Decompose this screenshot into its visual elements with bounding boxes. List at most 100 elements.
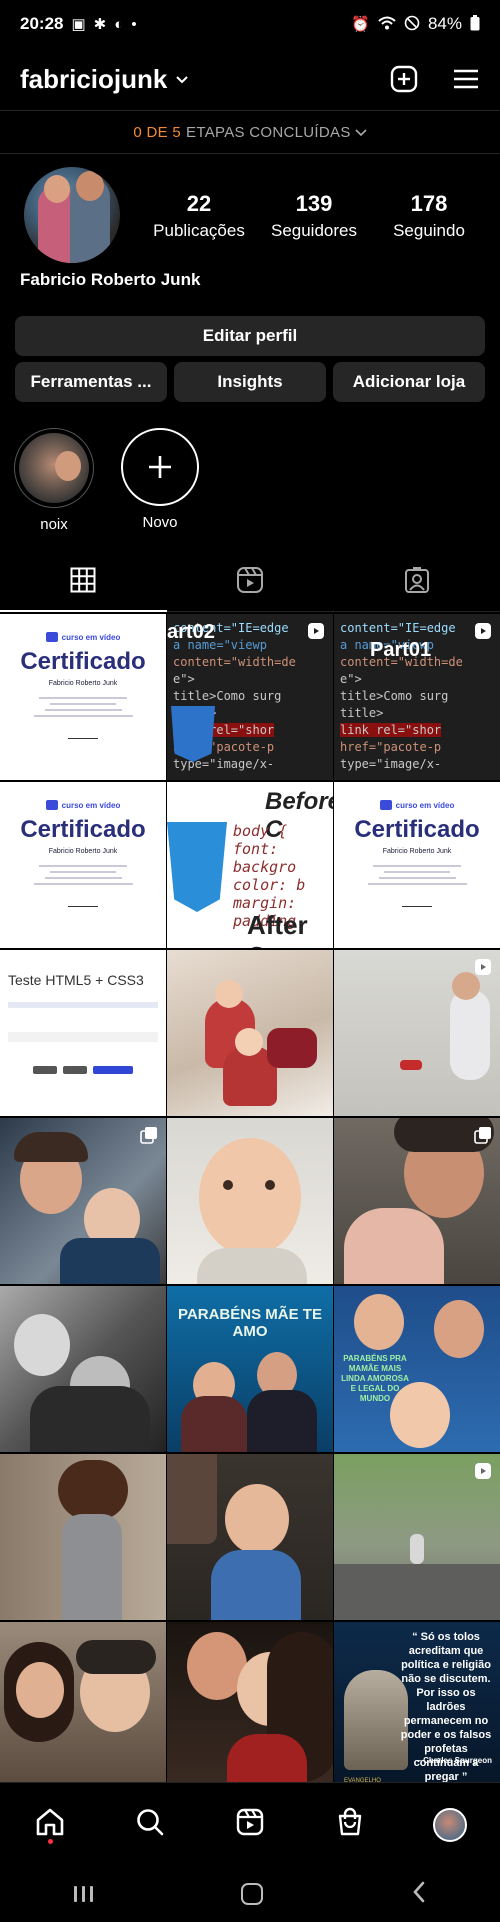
certificate-name: Fabricio Roberto Junk xyxy=(382,848,452,855)
certificate-brand: curso em vídeo xyxy=(379,800,454,810)
steps-count: 0 DE 5 xyxy=(133,123,182,141)
post-thumbnail[interactable]: Before C body { font: backgro color: b m… xyxy=(167,782,333,948)
reel-badge-icon xyxy=(475,959,491,975)
carousel-badge-icon xyxy=(140,1127,157,1144)
chevron-down-icon xyxy=(175,72,189,90)
stat-followers[interactable]: 139 Seguidores xyxy=(259,191,369,241)
plus-square-icon[interactable] xyxy=(388,63,420,95)
highlight-label: noix xyxy=(40,516,68,533)
nav-profile[interactable] xyxy=(425,1800,475,1850)
carousel-badge-icon xyxy=(474,1127,491,1144)
post-thumbnail[interactable] xyxy=(334,1118,500,1284)
nav-home[interactable] xyxy=(25,1800,75,1850)
post-thumbnail[interactable] xyxy=(0,1622,166,1788)
certificate-name: Fabricio Roberto Junk xyxy=(48,848,118,855)
hamburger-menu-icon[interactable] xyxy=(450,63,482,95)
tab-posts-grid[interactable] xyxy=(0,554,167,612)
profile-stats: 22 Publicações 139 Seguidores 178 Seguin… xyxy=(144,191,484,241)
stat-following[interactable]: 178 Seguindo xyxy=(374,191,484,241)
tab-reels[interactable] xyxy=(166,554,334,612)
post-thumbnail[interactable] xyxy=(167,1454,333,1620)
posts-grid: curso em vídeo Certificado Fabricio Robe… xyxy=(0,614,500,1788)
profile-full-name: Fabricio Roberto Junk xyxy=(20,270,201,289)
reels-icon xyxy=(236,566,264,599)
grid-icon xyxy=(70,567,96,598)
image-icon: ▣ xyxy=(71,15,86,33)
stat-posts[interactable]: 22 Publicações xyxy=(144,191,254,241)
home-button-icon[interactable] xyxy=(241,1883,264,1905)
reels-icon xyxy=(235,1807,265,1842)
nav-shop[interactable] xyxy=(325,1800,375,1850)
notification-dot xyxy=(47,1838,53,1844)
insights-button[interactable]: Insights xyxy=(174,362,326,402)
stat-label: Seguindo xyxy=(393,221,465,240)
css3-logo xyxy=(167,822,227,912)
reel-badge-icon xyxy=(475,623,491,639)
stat-value: 139 xyxy=(295,191,333,216)
post-thumbnail[interactable] xyxy=(167,950,333,1116)
battery-icon xyxy=(470,14,480,34)
search-icon xyxy=(135,1807,165,1842)
shop-icon xyxy=(335,1807,365,1842)
post-thumbnail[interactable] xyxy=(334,1454,500,1620)
highlight-item[interactable]: noix xyxy=(14,428,94,533)
certificate-name: Fabricio Roberto Junk xyxy=(48,680,118,687)
do-not-disturb-icon xyxy=(404,15,420,34)
post-thumbnail[interactable]: content="IE=edge a name="viewp content="… xyxy=(167,614,333,780)
reel-badge-icon xyxy=(475,1463,491,1479)
profile-steps-banner[interactable]: 0 DE 5 ETAPAS CONCLUÍDAS xyxy=(0,110,500,154)
username: fabriciojunk xyxy=(20,63,168,94)
post-thumbnail[interactable] xyxy=(167,1118,333,1284)
post-thumbnail[interactable]: “ Só os tolos acreditam que política e r… xyxy=(334,1622,500,1788)
nav-reels[interactable] xyxy=(225,1800,275,1850)
post-thumbnail[interactable]: curso em vídeo Certificado Fabricio Robe… xyxy=(0,782,166,948)
story-highlights: noix Novo xyxy=(14,428,200,533)
profile-tabs xyxy=(0,554,500,612)
back-icon[interactable] xyxy=(412,1881,426,1908)
post-thumbnail[interactable] xyxy=(334,950,500,1116)
steps-label: ETAPAS CONCLUÍDAS xyxy=(186,123,351,141)
post-thumbnail[interactable]: PARABÉNS MÃE TE AMO xyxy=(167,1286,333,1452)
post-overlay-text: Part01 xyxy=(370,639,432,661)
post-thumbnail[interactable] xyxy=(167,1622,333,1788)
add-shop-button[interactable]: Adicionar loja xyxy=(333,362,485,402)
post-overlay-text: After C xyxy=(247,910,308,948)
chevron-down-icon xyxy=(355,124,367,141)
stat-label: Publicações xyxy=(153,221,245,240)
reel-badge-icon xyxy=(308,623,324,639)
certificate-brand: curso em vídeo xyxy=(45,632,120,642)
cloud-app-icon: ◐ xyxy=(114,15,124,33)
status-time: 20:28 xyxy=(20,14,64,33)
highlight-cover xyxy=(14,428,94,508)
edit-profile-button[interactable]: Editar perfil xyxy=(15,316,485,356)
tagged-icon xyxy=(403,566,431,599)
bottom-navigation xyxy=(0,1782,500,1866)
certificate-title: Certificado xyxy=(20,816,146,843)
post-thumbnail[interactable]: Teste HTML5 + CSS3 xyxy=(0,950,166,1116)
post-thumbnail[interactable] xyxy=(0,1118,166,1284)
recent-apps-icon[interactable] xyxy=(74,1886,94,1902)
post-overlay-text: PARABÉNS PRA MAMÃE MAIS LINDA AMOROSA E … xyxy=(341,1354,409,1403)
nav-search[interactable] xyxy=(125,1800,175,1850)
stat-value: 178 xyxy=(410,191,448,216)
highlight-label: Novo xyxy=(142,514,178,531)
professional-tools-button[interactable]: Ferramentas ... xyxy=(15,362,167,402)
post-thumbnail[interactable]: curso em vídeo Certificado Fabricio Robe… xyxy=(0,614,166,780)
dot-icon: • xyxy=(131,15,137,33)
new-highlight-button[interactable]: Novo xyxy=(120,428,200,533)
certificate-title: Certificado xyxy=(354,816,480,843)
alarm-icon: ⏰ xyxy=(351,15,370,33)
system-navigation-bar xyxy=(0,1866,500,1922)
post-thumbnail[interactable] xyxy=(0,1454,166,1620)
account-switcher[interactable]: fabriciojunk xyxy=(20,64,189,95)
profile-avatar[interactable] xyxy=(24,167,120,263)
stat-label: Seguidores xyxy=(270,221,357,240)
status-bar: 20:28 ▣ ✱ ◐ • ⏰ 84% xyxy=(0,0,500,48)
post-thumbnail[interactable]: content="IE=edge a name="viewp content="… xyxy=(334,614,500,780)
wifi-icon xyxy=(378,16,396,33)
post-thumbnail[interactable]: PARABÉNS PRA MAMÃE MAIS LINDA AMOROSA E … xyxy=(334,1286,500,1452)
tab-tagged[interactable] xyxy=(333,554,500,612)
post-thumbnail[interactable]: curso em vídeo Certificado Fabricio Robe… xyxy=(334,782,500,948)
post-overlay-text: PARABÉNS MÃE TE AMO xyxy=(178,1306,322,1340)
post-thumbnail[interactable] xyxy=(0,1286,166,1452)
